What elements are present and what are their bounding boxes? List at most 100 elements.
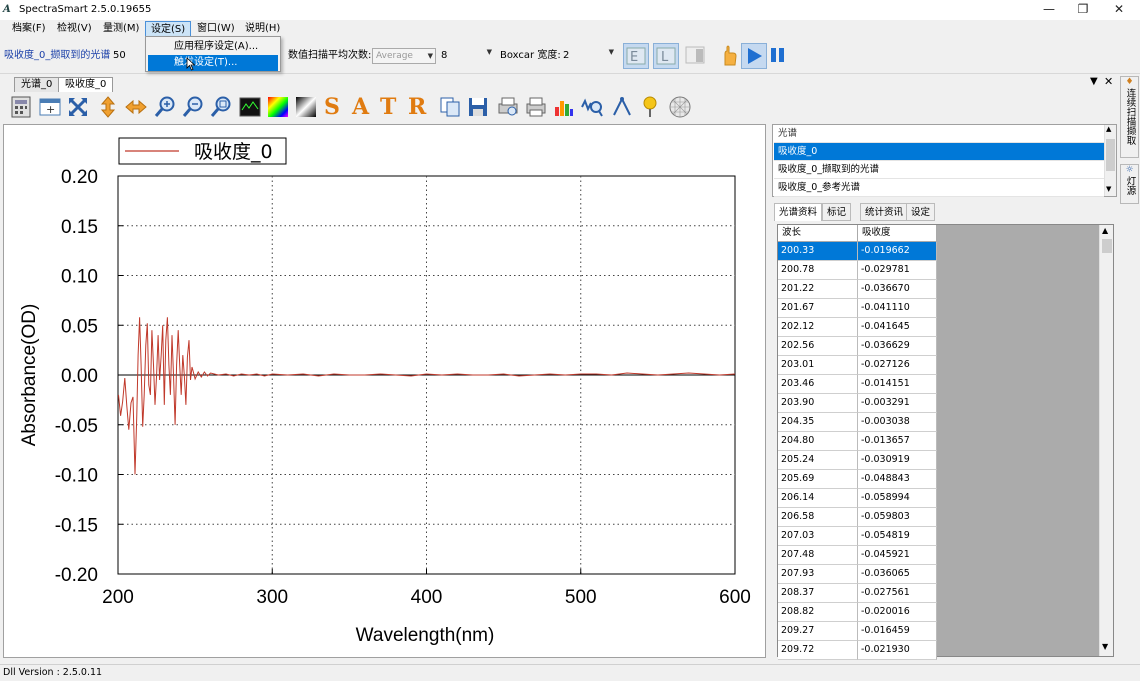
wavelength-cell[interactable]: 208.82 — [778, 603, 858, 622]
series-list-scrollbar[interactable]: ▲ ▼ — [1104, 125, 1116, 196]
absorbance-a-icon[interactable]: A — [352, 95, 376, 119]
pause-button[interactable] — [765, 43, 791, 69]
column-header[interactable]: 波长 — [778, 225, 858, 242]
fit-horizontal-icon[interactable] — [124, 95, 148, 119]
color-spectrum-icon[interactable] — [266, 95, 290, 119]
tab-spectrum-0[interactable]: 光谱_0 — [14, 77, 60, 92]
absorbance-cell[interactable]: -0.048843 — [858, 470, 937, 489]
tab-statistics[interactable]: 统计资讯 — [860, 203, 909, 221]
wavelength-cell[interactable]: 209.27 — [778, 622, 858, 641]
series-item[interactable]: 吸收度_0 — [774, 143, 1104, 161]
absorbance-chart[interactable]: 200 300 400 500 600 0.20 0.15 0.10 0.05 0.00 -0.0… — [4, 125, 765, 657]
wavelength-cell[interactable]: 204.35 — [778, 413, 858, 432]
wavelength-cell[interactable]: 201.22 — [778, 280, 858, 299]
absorbance-cell[interactable]: -0.020016 — [858, 603, 937, 622]
fit-all-icon[interactable] — [66, 95, 90, 119]
tab-close-icon[interactable]: ✕ — [1104, 75, 1113, 88]
play-button[interactable] — [741, 43, 767, 69]
transmission-t-icon[interactable]: T — [380, 95, 404, 119]
integration-value[interactable]: 50 — [113, 49, 126, 63]
menu-view[interactable]: 检视(V) — [52, 21, 97, 37]
menu-measure[interactable]: 量测(M) — [98, 21, 144, 37]
absorbance-cell[interactable]: -0.041645 — [858, 318, 937, 337]
scope-mode-icon[interactable] — [238, 95, 262, 119]
series-item[interactable]: 吸收度_0_撷取到的光谱 — [774, 161, 1104, 179]
boxcar-select[interactable]: 2 ▼ — [560, 48, 616, 64]
tab-settings[interactable]: 设定 — [906, 203, 936, 221]
wavelength-cell[interactable]: 207.03 — [778, 527, 858, 546]
wavelength-cell[interactable]: 207.48 — [778, 546, 858, 565]
absorbance-cell[interactable]: -0.013657 — [858, 432, 937, 451]
wavelength-cell[interactable]: 200.33 — [778, 242, 858, 261]
wavelength-cell[interactable]: 202.56 — [778, 337, 858, 356]
avg-mode-select[interactable]: Average ▼ — [372, 48, 436, 64]
marker-pin-icon[interactable] — [638, 95, 662, 119]
absorbance-cell[interactable]: -0.036670 — [858, 280, 937, 299]
absorbance-cell[interactable]: -0.027561 — [858, 584, 937, 603]
absorbance-cell[interactable]: -0.021930 — [858, 641, 937, 660]
grid-toggle-icon[interactable] — [668, 95, 692, 119]
tab-absorbance-0[interactable]: 吸收度_0 — [58, 77, 114, 92]
lamp-dock-tab[interactable]: ☼ 灯源 — [1120, 164, 1139, 204]
tab-spectrum-data[interactable]: 光谱资料 — [774, 203, 823, 221]
absorbance-cell[interactable]: -0.059803 — [858, 508, 937, 527]
continuous-scan-dock-tab[interactable]: ♦ 连续扫描撷取 — [1120, 76, 1139, 158]
wavelength-cell[interactable]: 207.93 — [778, 565, 858, 584]
wavelength-cell[interactable]: 206.58 — [778, 508, 858, 527]
fit-vertical-icon[interactable] — [96, 95, 120, 119]
print-preview-icon[interactable] — [496, 95, 520, 119]
menu-settings[interactable]: 设定(S) — [145, 21, 192, 37]
single-scan-button[interactable] — [717, 43, 743, 69]
wavelength-cell[interactable]: 205.24 — [778, 451, 858, 470]
chart-panel[interactable]: 200 300 400 500 600 0.20 0.15 0.10 0.05 0.00 -0.0… — [3, 124, 766, 658]
spectrum-data-table[interactable]: 波长 吸收度 200.33 -0.019662 200.78 -0.029781 201.2… — [777, 224, 1114, 660]
maximize-button[interactable]: ❐ — [1066, 0, 1100, 20]
wavelength-cell[interactable]: 203.90 — [778, 394, 858, 413]
menu-help[interactable]: 说明(H) — [240, 21, 285, 37]
nonlinearity-toggle[interactable]: L — [653, 43, 679, 69]
wavelength-cell[interactable]: 206.14 — [778, 489, 858, 508]
absorbance-cell[interactable]: -0.036065 — [858, 565, 937, 584]
measure-tool-icon[interactable] — [610, 95, 634, 119]
add-window-icon[interactable]: + — [38, 95, 62, 119]
wavelength-cell[interactable]: 203.46 — [778, 375, 858, 394]
zoom-region-icon[interactable] — [209, 95, 233, 119]
absorbance-cell[interactable]: -0.029781 — [858, 261, 937, 280]
wavelength-cell[interactable]: 203.01 — [778, 356, 858, 375]
absorbance-cell[interactable]: -0.027126 — [858, 356, 937, 375]
print-icon[interactable] — [524, 95, 548, 119]
wavelength-cell[interactable]: 202.12 — [778, 318, 858, 337]
trigger-settings-item[interactable]: 触发设定(T)... — [148, 55, 278, 71]
wavelength-cell[interactable]: 204.80 — [778, 432, 858, 451]
grayscale-icon[interactable] — [294, 95, 318, 119]
absorbance-cell[interactable]: -0.014151 — [858, 375, 937, 394]
tab-markers[interactable]: 标记 — [822, 203, 852, 221]
peak-search-icon[interactable] — [580, 95, 604, 119]
wavelength-cell[interactable]: 208.37 — [778, 584, 858, 603]
calculator-icon[interactable] — [9, 95, 33, 119]
menu-window[interactable]: 窗口(W) — [192, 21, 240, 37]
absorbance-cell[interactable]: -0.054819 — [858, 527, 937, 546]
wavelength-cell[interactable]: 200.78 — [778, 261, 858, 280]
copy-icon[interactable] — [438, 95, 462, 119]
stray-light-toggle[interactable] — [683, 43, 709, 69]
tab-list-arrow-icon[interactable]: ▼ — [1090, 76, 1098, 87]
absorbance-cell[interactable]: -0.058994 — [858, 489, 937, 508]
absorbance-cell[interactable]: -0.045921 — [858, 546, 937, 565]
absorbance-cell[interactable]: -0.016459 — [858, 622, 937, 641]
absorbance-cell[interactable]: -0.036629 — [858, 337, 937, 356]
zoom-out-icon[interactable] — [181, 95, 205, 119]
menu-file[interactable]: 档案(F) — [7, 21, 51, 37]
absorbance-cell[interactable]: -0.019662 — [858, 242, 937, 261]
absorbance-cell[interactable]: -0.003291 — [858, 394, 937, 413]
absorbance-cell[interactable]: -0.030919 — [858, 451, 937, 470]
column-header[interactable]: 吸收度 — [858, 225, 937, 242]
absorbance-cell[interactable]: -0.041110 — [858, 299, 937, 318]
wavelength-cell[interactable]: 205.69 — [778, 470, 858, 489]
app-settings-item[interactable]: 应用程序设定(A)... — [148, 39, 278, 55]
wavelength-cell[interactable]: 209.72 — [778, 641, 858, 660]
wavelength-cell[interactable]: 201.67 — [778, 299, 858, 318]
reflection-r-icon[interactable]: R — [408, 95, 432, 119]
absorbance-cell[interactable]: -0.003038 — [858, 413, 937, 432]
close-button[interactable]: ✕ — [1102, 0, 1136, 20]
